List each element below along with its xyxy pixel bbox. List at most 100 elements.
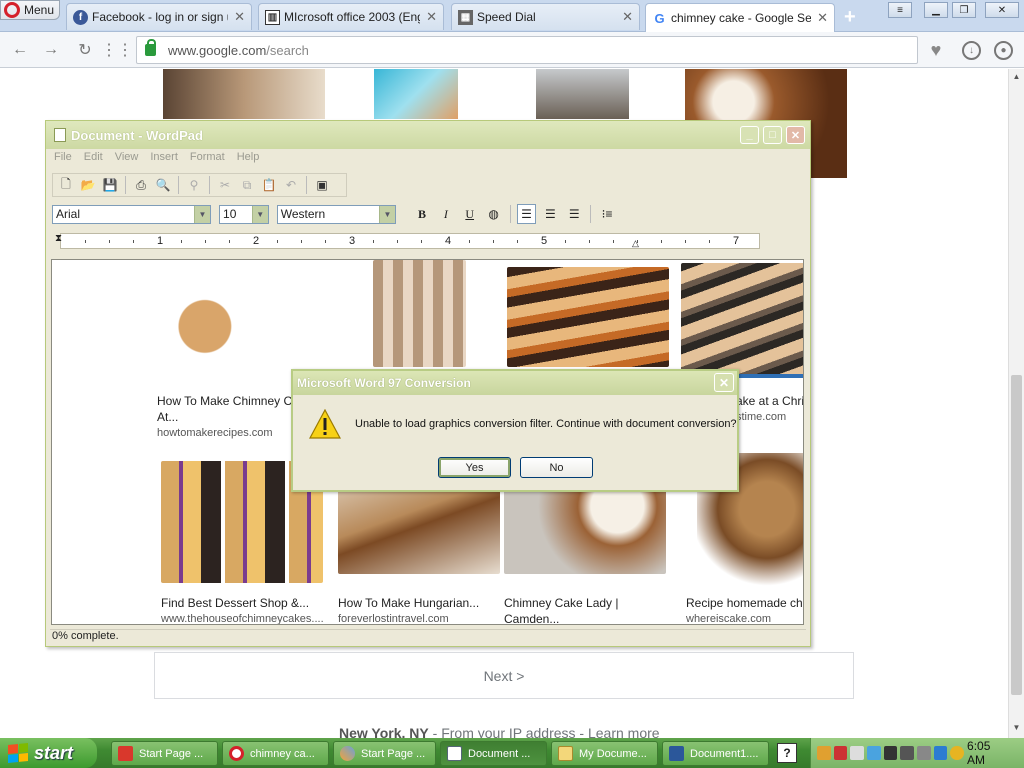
- account-icon[interactable]: ●: [994, 41, 1013, 60]
- font-script-select[interactable]: Western ▼: [276, 204, 397, 224]
- url-field[interactable]: www.google.com/search: [136, 36, 918, 64]
- back-icon[interactable]: ←: [9, 40, 31, 60]
- yes-button[interactable]: Yes: [438, 457, 511, 478]
- tray-network-icon[interactable]: [817, 746, 831, 760]
- chevron-down-icon[interactable]: ▼: [251, 205, 268, 223]
- left-indent-marker-icon[interactable]: ⧗: [55, 233, 62, 244]
- close-icon[interactable]: ✕: [985, 2, 1019, 18]
- result-caption[interactable]: How To Make Hungarian...: [338, 596, 479, 610]
- result-caption[interactable]: How To Make Chimney C: [157, 394, 292, 408]
- result-caption-continued[interactable]: Camden...: [504, 612, 559, 624]
- wordpad-close-icon[interactable]: ✕: [786, 126, 805, 144]
- undo-icon[interactable]: ↶: [282, 176, 300, 194]
- tab-microsoft-office[interactable]: ▥ MIcrosoft office 2003 (Englis ✕: [258, 3, 444, 30]
- menu-help[interactable]: Help: [237, 151, 260, 167]
- result-caption[interactable]: Find Best Dessert Shop &...: [161, 596, 309, 610]
- opera-menu-button[interactable]: Menu: [0, 0, 60, 20]
- result-caption[interactable]: Recipe homemade chimney...: [686, 596, 803, 610]
- forward-icon[interactable]: →: [40, 40, 62, 60]
- tab-close-icon[interactable]: ✕: [426, 9, 437, 25]
- find-binoculars-icon[interactable]: ⚲: [185, 176, 203, 194]
- taskbar-item-chimney-cake[interactable]: chimney ca...: [222, 741, 329, 766]
- tray-search-icon[interactable]: [950, 746, 965, 760]
- right-indent-marker-icon[interactable]: △: [632, 238, 639, 249]
- download-icon[interactable]: ↓: [962, 41, 981, 60]
- tray-app-icon[interactable]: [867, 746, 881, 760]
- result-caption[interactable]: ake at a Christmas...: [736, 394, 803, 408]
- tray-volume-icon[interactable]: [933, 746, 948, 760]
- menu-insert[interactable]: Insert: [150, 151, 178, 167]
- bold-icon[interactable]: B: [412, 204, 432, 224]
- page-scrollbar[interactable]: ▲ ▼: [1008, 69, 1024, 739]
- tray-monitor-icon[interactable]: [900, 746, 915, 760]
- align-left-icon[interactable]: ☰: [516, 204, 537, 224]
- speed-dial-grid-icon[interactable]: ⋮⋮: [101, 40, 133, 60]
- menu-edit[interactable]: Edit: [84, 151, 103, 167]
- tab-menu-icon[interactable]: ≡: [888, 2, 912, 18]
- wordpad-minimize-icon[interactable]: _: [740, 126, 759, 144]
- help-icon[interactable]: ?: [777, 743, 797, 763]
- font-name-select[interactable]: Arial ▼: [52, 204, 212, 224]
- tab-close-icon[interactable]: ✕: [234, 9, 245, 25]
- chevron-down-icon[interactable]: ▼: [379, 205, 396, 223]
- minimize-icon[interactable]: ▁: [924, 2, 948, 18]
- wordpad-title-bar[interactable]: Document - WordPad: [46, 121, 810, 149]
- tray-app-icon[interactable]: [833, 746, 848, 760]
- bullets-icon[interactable]: ⁝≡: [597, 204, 617, 224]
- tab-close-icon[interactable]: ✕: [622, 9, 633, 25]
- align-center-icon[interactable]: ☰: [540, 204, 560, 224]
- chimney-cake-photo[interactable]: [156, 267, 319, 375]
- tray-display-icon[interactable]: [883, 746, 898, 760]
- paste-icon[interactable]: 📋: [260, 176, 278, 194]
- tray-app-icon[interactable]: [850, 746, 865, 760]
- tab-speed-dial[interactable]: ▦ Speed Dial ✕: [451, 3, 640, 30]
- taskbar-item-document1-word[interactable]: Document1....: [662, 741, 769, 766]
- insert-date-time-icon[interactable]: ▣: [313, 176, 331, 194]
- chevron-down-icon[interactable]: ▼: [194, 205, 211, 223]
- italic-icon[interactable]: I: [436, 204, 456, 224]
- chimney-cake-photo[interactable]: [373, 260, 466, 367]
- result-caption[interactable]: Chimney Cake Lady |: [504, 596, 619, 610]
- result-caption-continued[interactable]: At...: [157, 410, 178, 424]
- wordpad-ruler[interactable]: 1 2 3 4 5 7 ⧗ △: [55, 233, 760, 249]
- location-detail[interactable]: - From your IP address - Learn more: [429, 725, 660, 739]
- tray-device-icon[interactable]: [917, 746, 931, 760]
- font-size-select[interactable]: 10 ▼: [219, 204, 269, 224]
- next-page-button[interactable]: Next >: [154, 652, 854, 699]
- result-thumbnail[interactable]: [536, 69, 629, 119]
- copy-icon[interactable]: ⧉: [238, 176, 256, 194]
- scroll-up-icon[interactable]: ▲: [1011, 72, 1022, 84]
- new-tab-button[interactable]: +: [844, 6, 856, 29]
- no-button[interactable]: No: [520, 457, 593, 478]
- reload-icon[interactable]: ↻: [74, 40, 96, 60]
- menu-file[interactable]: File: [54, 151, 72, 167]
- print-preview-icon[interactable]: 🔍: [154, 176, 172, 194]
- scrollbar-thumb[interactable]: [1011, 375, 1022, 695]
- taskbar-item-start-page[interactable]: Start Page ...: [111, 741, 218, 766]
- dialog-title-bar[interactable]: Microsoft Word 97 Conversion: [293, 371, 737, 395]
- wordpad-maximize-icon[interactable]: □: [763, 126, 782, 144]
- tab-chimney-cake[interactable]: G chimney cake - Google Search ✕: [645, 3, 835, 32]
- heart-icon[interactable]: ♥: [925, 40, 947, 60]
- taskbar-clock[interactable]: 6:05 AM: [967, 739, 1010, 767]
- open-folder-icon[interactable]: 📂: [79, 176, 97, 194]
- taskbar-item-document-wordpad[interactable]: Document ...: [440, 741, 547, 766]
- print-icon[interactable]: ⎙: [132, 176, 150, 194]
- start-button[interactable]: start: [0, 738, 97, 768]
- maximize-icon[interactable]: ❐: [952, 2, 976, 18]
- menu-view[interactable]: View: [115, 151, 139, 167]
- tab-facebook[interactable]: f Facebook - log in or sign up ✕: [66, 3, 252, 30]
- cut-icon[interactable]: ✂: [216, 176, 234, 194]
- scroll-down-icon[interactable]: ▼: [1011, 723, 1022, 735]
- chimney-cake-photo[interactable]: [681, 263, 803, 378]
- taskbar-item-my-documents[interactable]: My Docume...: [551, 741, 658, 766]
- dialog-close-icon[interactable]: ✕: [714, 373, 734, 392]
- result-thumbnail[interactable]: [374, 69, 458, 119]
- align-right-icon[interactable]: ☰: [564, 204, 584, 224]
- taskbar-item-start-page-2[interactable]: Start Page ...: [333, 741, 436, 766]
- save-disk-icon[interactable]: 💾: [101, 176, 119, 194]
- tab-close-icon[interactable]: ✕: [817, 10, 828, 26]
- color-palette-icon[interactable]: ◍: [484, 204, 504, 224]
- underline-icon[interactable]: U: [460, 204, 480, 224]
- new-document-icon[interactable]: 🗋: [57, 176, 75, 194]
